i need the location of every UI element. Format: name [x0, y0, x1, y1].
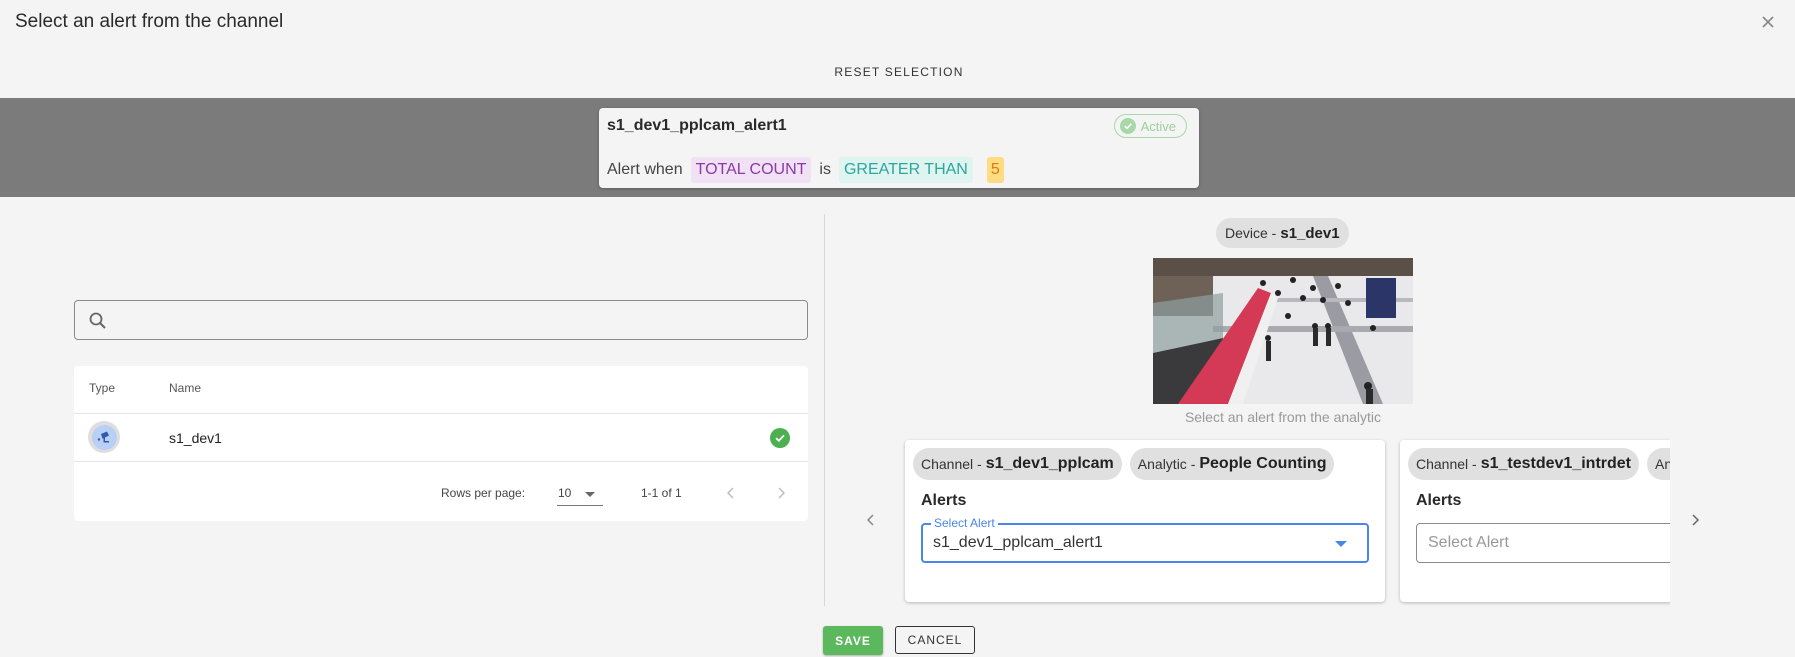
chevron-left-icon	[727, 487, 734, 499]
select-alert-dropdown[interactable]: Select Alert s1_dev1_pplcam_alert1	[921, 516, 1369, 563]
condition-metric: TOTAL COUNT	[690, 157, 812, 183]
channel-chip-label: Channel -	[1416, 456, 1477, 472]
selected-check-icon	[770, 428, 790, 448]
channel-chip-name: s1_testdev1_intrdet	[1480, 455, 1631, 472]
next-page-button[interactable]	[772, 484, 790, 502]
condition-prefix: Alert when	[607, 161, 683, 178]
carousel-next-button[interactable]	[1685, 510, 1705, 530]
chevron-right-icon	[1692, 514, 1700, 526]
device-table: Type Name s1_dev1 Rows per page: 10 1-1 …	[74, 366, 808, 521]
analytic-chip-label: Analytic -	[1137, 456, 1196, 472]
column-header-name[interactable]: Name	[169, 381, 201, 395]
channel-chip-name: s1_dev1_pplcam	[985, 455, 1114, 472]
pagination: Rows per page: 10 1-1 of 1	[74, 482, 808, 506]
device-type-avatar	[88, 421, 120, 453]
rows-per-page-value: 10	[558, 486, 572, 500]
caret-down-icon	[585, 492, 595, 497]
alerts-heading: Alerts	[921, 492, 967, 509]
selected-alert-name: s1_dev1_pplcam_alert1	[607, 117, 787, 134]
channel-chip-label: Channel -	[921, 456, 982, 472]
dialog-title: Select an alert from the channel	[15, 11, 284, 32]
condition-value: 5	[986, 157, 1004, 183]
select-alert-value: s1_dev1_pplcam_alert1	[933, 534, 1103, 551]
analytic-chip: Analytic - People Counting	[1129, 448, 1335, 480]
chevron-left-icon	[866, 514, 874, 526]
status-text: Active	[1140, 118, 1176, 134]
caret-down-icon	[1335, 541, 1347, 547]
page-range: 1-1 of 1	[641, 486, 682, 500]
save-button[interactable]: SAVE	[823, 626, 883, 655]
panel-divider	[824, 214, 825, 606]
channel-chip: Channel - s1_dev1_pplcam	[913, 448, 1122, 480]
alerts-heading: Alerts	[1416, 492, 1462, 509]
status-badge: Active	[1113, 114, 1187, 138]
previous-page-button[interactable]	[722, 484, 740, 502]
column-header-type[interactable]: Type	[89, 381, 115, 395]
camera-icon	[97, 431, 109, 443]
select-alert-placeholder: Select Alert	[1428, 534, 1509, 551]
check-circle-icon	[1119, 118, 1136, 134]
cancel-button[interactable]: CANCEL	[895, 626, 975, 654]
channel-chip: Channel - s1_testdev1_intrdet	[1408, 448, 1639, 480]
search-field[interactable]	[74, 300, 808, 340]
preview-caption: Select an alert from the analytic	[1184, 409, 1382, 425]
analytic-chip-name: People Counting	[1199, 455, 1327, 472]
search-icon	[89, 312, 106, 329]
channel-carousel: Channel - s1_dev1_pplcam Analytic - Peop…	[900, 437, 1670, 607]
channel-card: Channel - s1_testdev1_intrdet Analytic -…	[1400, 440, 1670, 602]
device-chip-name: s1_dev1	[1280, 224, 1340, 242]
selected-alert-card: s1_dev1_pplcam_alert1 Active Alert when …	[599, 108, 1199, 188]
close-button[interactable]	[1758, 12, 1778, 32]
carousel-previous-button[interactable]	[861, 510, 881, 530]
rows-per-page-select[interactable]: 10	[557, 482, 603, 506]
analytic-chip: Analytic -	[1647, 448, 1670, 480]
table-row[interactable]: s1_dev1	[74, 413, 808, 462]
device-chip-label: Device -	[1225, 225, 1277, 241]
rows-per-page-label: Rows per page:	[441, 486, 526, 500]
close-icon	[1762, 16, 1774, 28]
condition-connector: is	[819, 161, 831, 178]
device-name: s1_dev1	[169, 430, 222, 446]
condition-operator: GREATER THAN	[838, 157, 973, 183]
camera-preview-image	[1153, 258, 1413, 404]
chevron-right-icon	[778, 487, 785, 499]
alert-condition: Alert when TOTAL COUNT is GREATER THAN 5	[607, 157, 1004, 183]
device-chip: Device - s1_dev1	[1216, 218, 1349, 248]
select-alert-dropdown[interactable]: Select Alert	[1416, 523, 1670, 563]
select-alert-label: Select Alert	[931, 516, 998, 530]
reset-selection-button[interactable]: RESET SELECTION	[830, 65, 968, 79]
analytic-chip-label: Analytic -	[1655, 456, 1670, 472]
channel-card: Channel - s1_dev1_pplcam Analytic - Peop…	[905, 440, 1385, 602]
search-input[interactable]	[119, 301, 799, 339]
